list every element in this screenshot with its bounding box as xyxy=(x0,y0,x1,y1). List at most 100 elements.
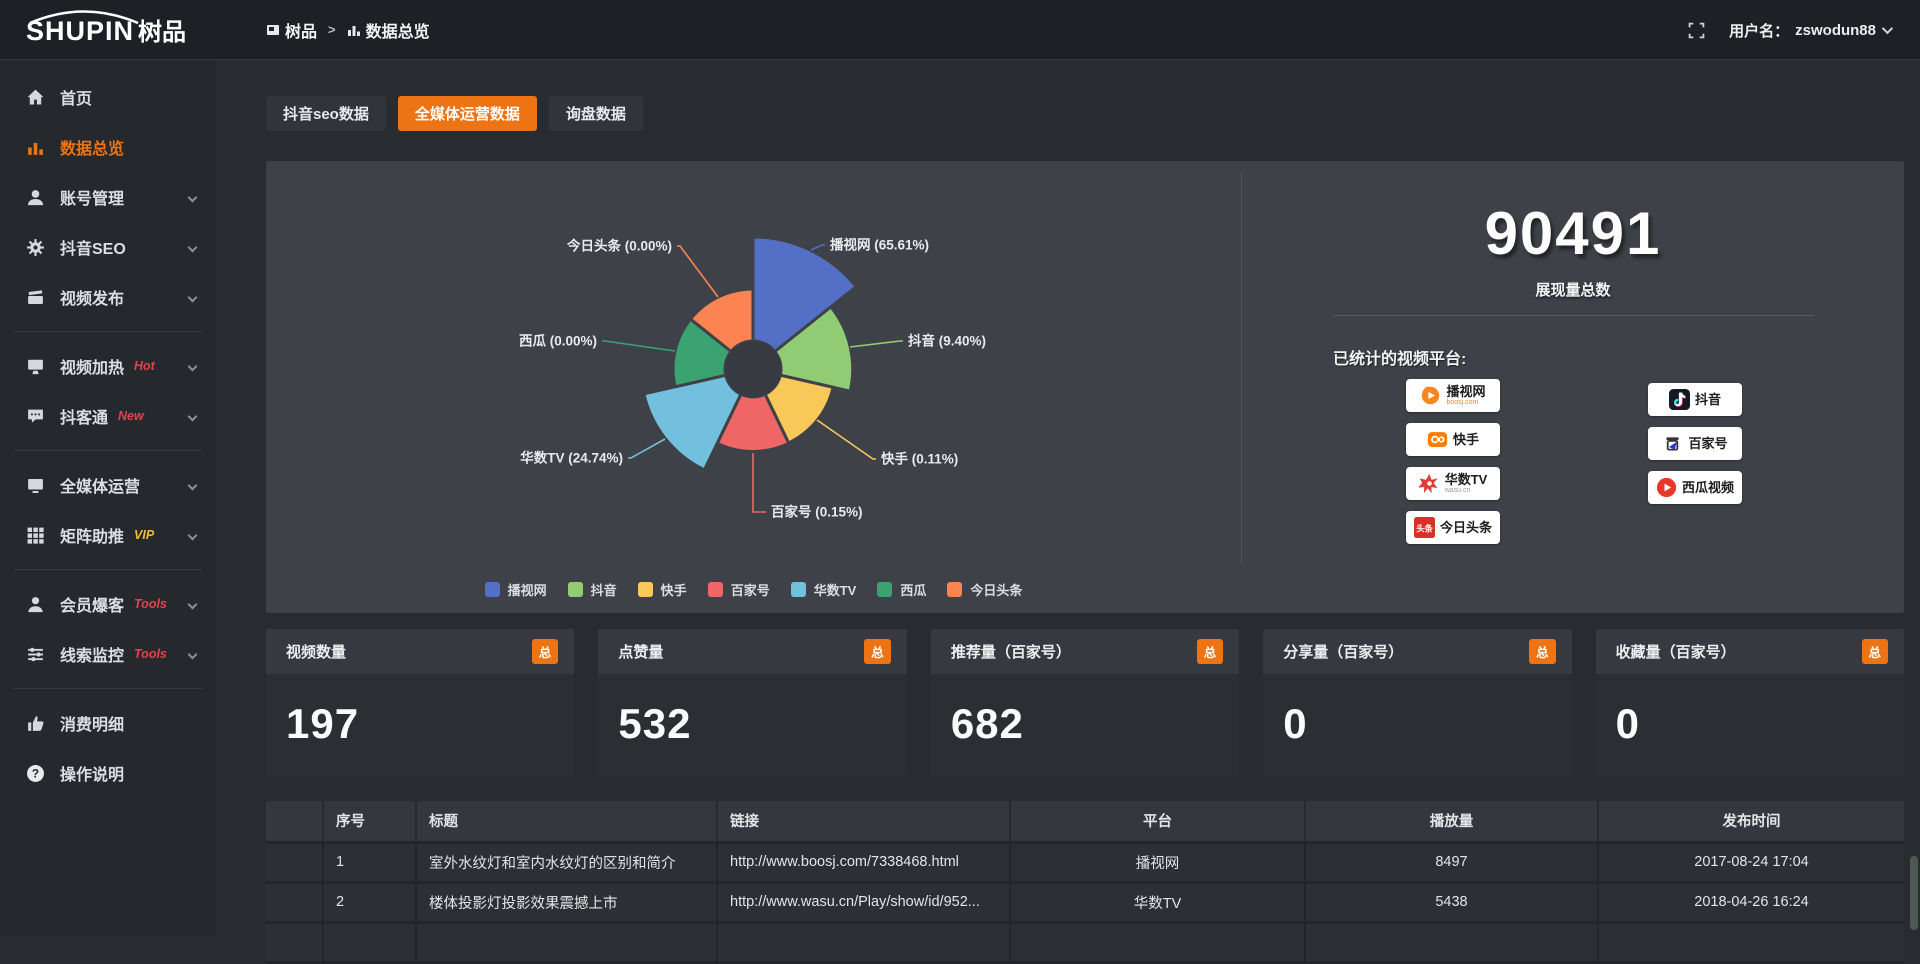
tab-1[interactable]: 全媒体运营数据 xyxy=(398,96,537,131)
sidebar-item-account-manage[interactable]: 账号管理 xyxy=(0,172,216,222)
cell-plays: 8497 xyxy=(1305,842,1598,882)
sidebar-item-video-heat[interactable]: 视频加热Hot xyxy=(0,341,216,391)
platform-badge-快手: 快手 xyxy=(1406,423,1500,456)
legend-label: 西瓜 xyxy=(900,580,926,599)
cell-url-link[interactable]: http://www.wasu.cn/Play/show/id/952... xyxy=(717,882,1010,922)
stat-card-value: 197 xyxy=(286,700,574,748)
pie-slice-华数TV[interactable] xyxy=(644,375,741,470)
cell-index: 2 xyxy=(323,882,416,922)
sidebar-item-label: 线索监控 xyxy=(60,642,124,666)
scrollbar-thumb[interactable] xyxy=(1910,856,1918,930)
cell-plays xyxy=(1305,922,1598,962)
svg-text:头条: 头条 xyxy=(1416,523,1433,533)
pie-label-西瓜: 西瓜 (0.00%) xyxy=(519,334,597,349)
sidebar-item-label: 视频发布 xyxy=(60,285,124,309)
platform-badge-播视网: 播视网boosj.com xyxy=(1406,379,1500,412)
cell-url-link[interactable] xyxy=(717,922,1010,962)
stat-card-0: 视频数量总197 xyxy=(266,629,574,776)
sidebar-item-douyin-seo[interactable]: 抖音SEO xyxy=(0,222,216,272)
cell-url-link[interactable]: http://www.boosj.com/7338468.html xyxy=(717,842,1010,882)
chevron-down-icon xyxy=(188,411,198,421)
total-badge: 总 xyxy=(1862,639,1889,664)
sidebar-item-media-operation[interactable]: 全媒体运营 xyxy=(0,460,216,510)
pie-chart-svg: 播视网 (65.61%)抖音 (9.40%)快手 (0.11%)百家号 (0.1… xyxy=(266,161,1241,613)
total-badge: 总 xyxy=(864,639,891,664)
user-menu[interactable]: 用户名：zswodun88 xyxy=(1729,20,1890,41)
chevron-down-icon xyxy=(188,242,198,252)
sidebar-item-label: 矩阵助推 xyxy=(60,523,124,547)
sidebar-item-video-publish[interactable]: 视频发布 xyxy=(0,272,216,322)
cell-index: 1 xyxy=(323,842,416,882)
pie-label-百家号: 百家号 (0.15%) xyxy=(771,504,863,520)
sliders-icon xyxy=(26,645,45,664)
cell-index xyxy=(323,922,416,962)
stat-card-header: 收藏量（百家号）总 xyxy=(1596,629,1904,674)
topbar: SHUPIN树品 树品 > 数据总览 用户名：zswodun88 xyxy=(0,0,1920,60)
expense-icon xyxy=(26,714,45,733)
cell-title-link[interactable]: 楼体投影灯投影效果震撼上市 xyxy=(416,882,717,922)
tab-bar: 抖音seo数据全媒体运营数据询盘数据 xyxy=(266,96,1904,131)
col-header-title: 标题 xyxy=(416,801,717,842)
legend-item-百家号[interactable]: 百家号 xyxy=(708,580,770,599)
sidebar-item-clue-monitor[interactable]: 线索监控Tools xyxy=(0,629,216,679)
cell-title-link[interactable] xyxy=(416,922,717,962)
breadcrumb-item-root[interactable]: 树品 xyxy=(266,18,317,42)
legend-item-抖音[interactable]: 抖音 xyxy=(568,580,617,599)
summary-divider xyxy=(1333,315,1814,316)
cell-platform: 华数TV xyxy=(1010,882,1305,922)
sidebar-item-consumption-detail[interactable]: 消费明细 xyxy=(0,698,216,748)
sidebar: 首页数据总览账号管理抖音SEO视频发布视频加热Hot抖客通New全媒体运营矩阵助… xyxy=(0,60,216,936)
svg-text:?: ? xyxy=(32,766,39,780)
chevron-down-icon xyxy=(188,649,198,659)
sidebar-item-matrix-boost[interactable]: 矩阵助推VIP xyxy=(0,510,216,560)
sidebar-item-douketong[interactable]: 抖客通New xyxy=(0,391,216,441)
fullscreen-icon[interactable] xyxy=(1688,22,1705,39)
user-icon xyxy=(26,188,45,207)
pie-label-今日头条: 今日头条 (0.00%) xyxy=(567,238,672,254)
stat-card-header: 分享量（百家号）总 xyxy=(1263,629,1571,674)
xigua-icon xyxy=(1656,477,1677,498)
sidebar-item-member-burst[interactable]: 会员爆客Tools xyxy=(0,579,216,629)
cell-platform xyxy=(1010,922,1305,962)
tab-0[interactable]: 抖音seo数据 xyxy=(266,96,386,131)
screen-icon xyxy=(26,476,45,495)
cell-platform: 播视网 xyxy=(1010,842,1305,882)
platform-badge-name: 百家号 xyxy=(1688,437,1727,450)
cell-published: 2017-08-24 17:04 xyxy=(1598,842,1904,882)
sidebar-item-label: 首页 xyxy=(60,85,92,109)
pie-label-line xyxy=(811,245,825,250)
pie-label-line xyxy=(628,439,665,458)
legend-item-西瓜[interactable]: 西瓜 xyxy=(877,580,926,599)
stat-card-value: 682 xyxy=(951,700,1239,748)
impressions-total-value: 90491 xyxy=(1242,199,1904,268)
legend-label: 百家号 xyxy=(731,580,770,599)
platform-badge-抖音: 抖音 xyxy=(1648,383,1742,416)
sidebar-item-home[interactable]: 首页 xyxy=(0,72,216,122)
videos-table: 序号标题链接平台播放量发布时间 1室外水纹灯和室内水纹灯的区别和简介http:/… xyxy=(266,801,1904,964)
sidebar-divider xyxy=(14,450,202,451)
pie-label-播视网: 播视网 (65.61%) xyxy=(830,237,929,253)
legend-label: 华数TV xyxy=(814,580,857,599)
chevron-down-icon xyxy=(188,599,198,609)
chevron-down-icon xyxy=(188,361,198,371)
legend-item-快手[interactable]: 快手 xyxy=(638,580,687,599)
legend-item-华数TV[interactable]: 华数TV xyxy=(791,580,857,599)
chevron-down-icon xyxy=(188,292,198,302)
platform-badge-name: 快手 xyxy=(1453,433,1479,446)
stat-card-label: 点赞量 xyxy=(618,641,663,662)
cell-title-link[interactable]: 室外水纹灯和室内水纹灯的区别和简介 xyxy=(416,842,717,882)
breadcrumb-item-current[interactable]: 数据总览 xyxy=(347,18,430,42)
legend-label: 播视网 xyxy=(508,580,547,599)
col-header-index: 序号 xyxy=(323,801,416,842)
sidebar-item-help[interactable]: ?操作说明 xyxy=(0,748,216,798)
legend-label: 快手 xyxy=(661,580,687,599)
legend-item-今日头条[interactable]: 今日头条 xyxy=(947,580,1022,599)
stat-card-header: 点赞量 总 xyxy=(598,629,906,674)
platform-badge-name: 播视网 xyxy=(1446,385,1485,398)
col-header-link: 链接 xyxy=(717,801,1010,842)
col-header-platform: 平台 xyxy=(1010,801,1305,842)
legend-item-播视网[interactable]: 播视网 xyxy=(485,580,547,599)
sidebar-item-data-overview[interactable]: 数据总览 xyxy=(0,122,216,172)
pie-label-line xyxy=(817,420,876,459)
tab-2[interactable]: 询盘数据 xyxy=(549,96,643,131)
